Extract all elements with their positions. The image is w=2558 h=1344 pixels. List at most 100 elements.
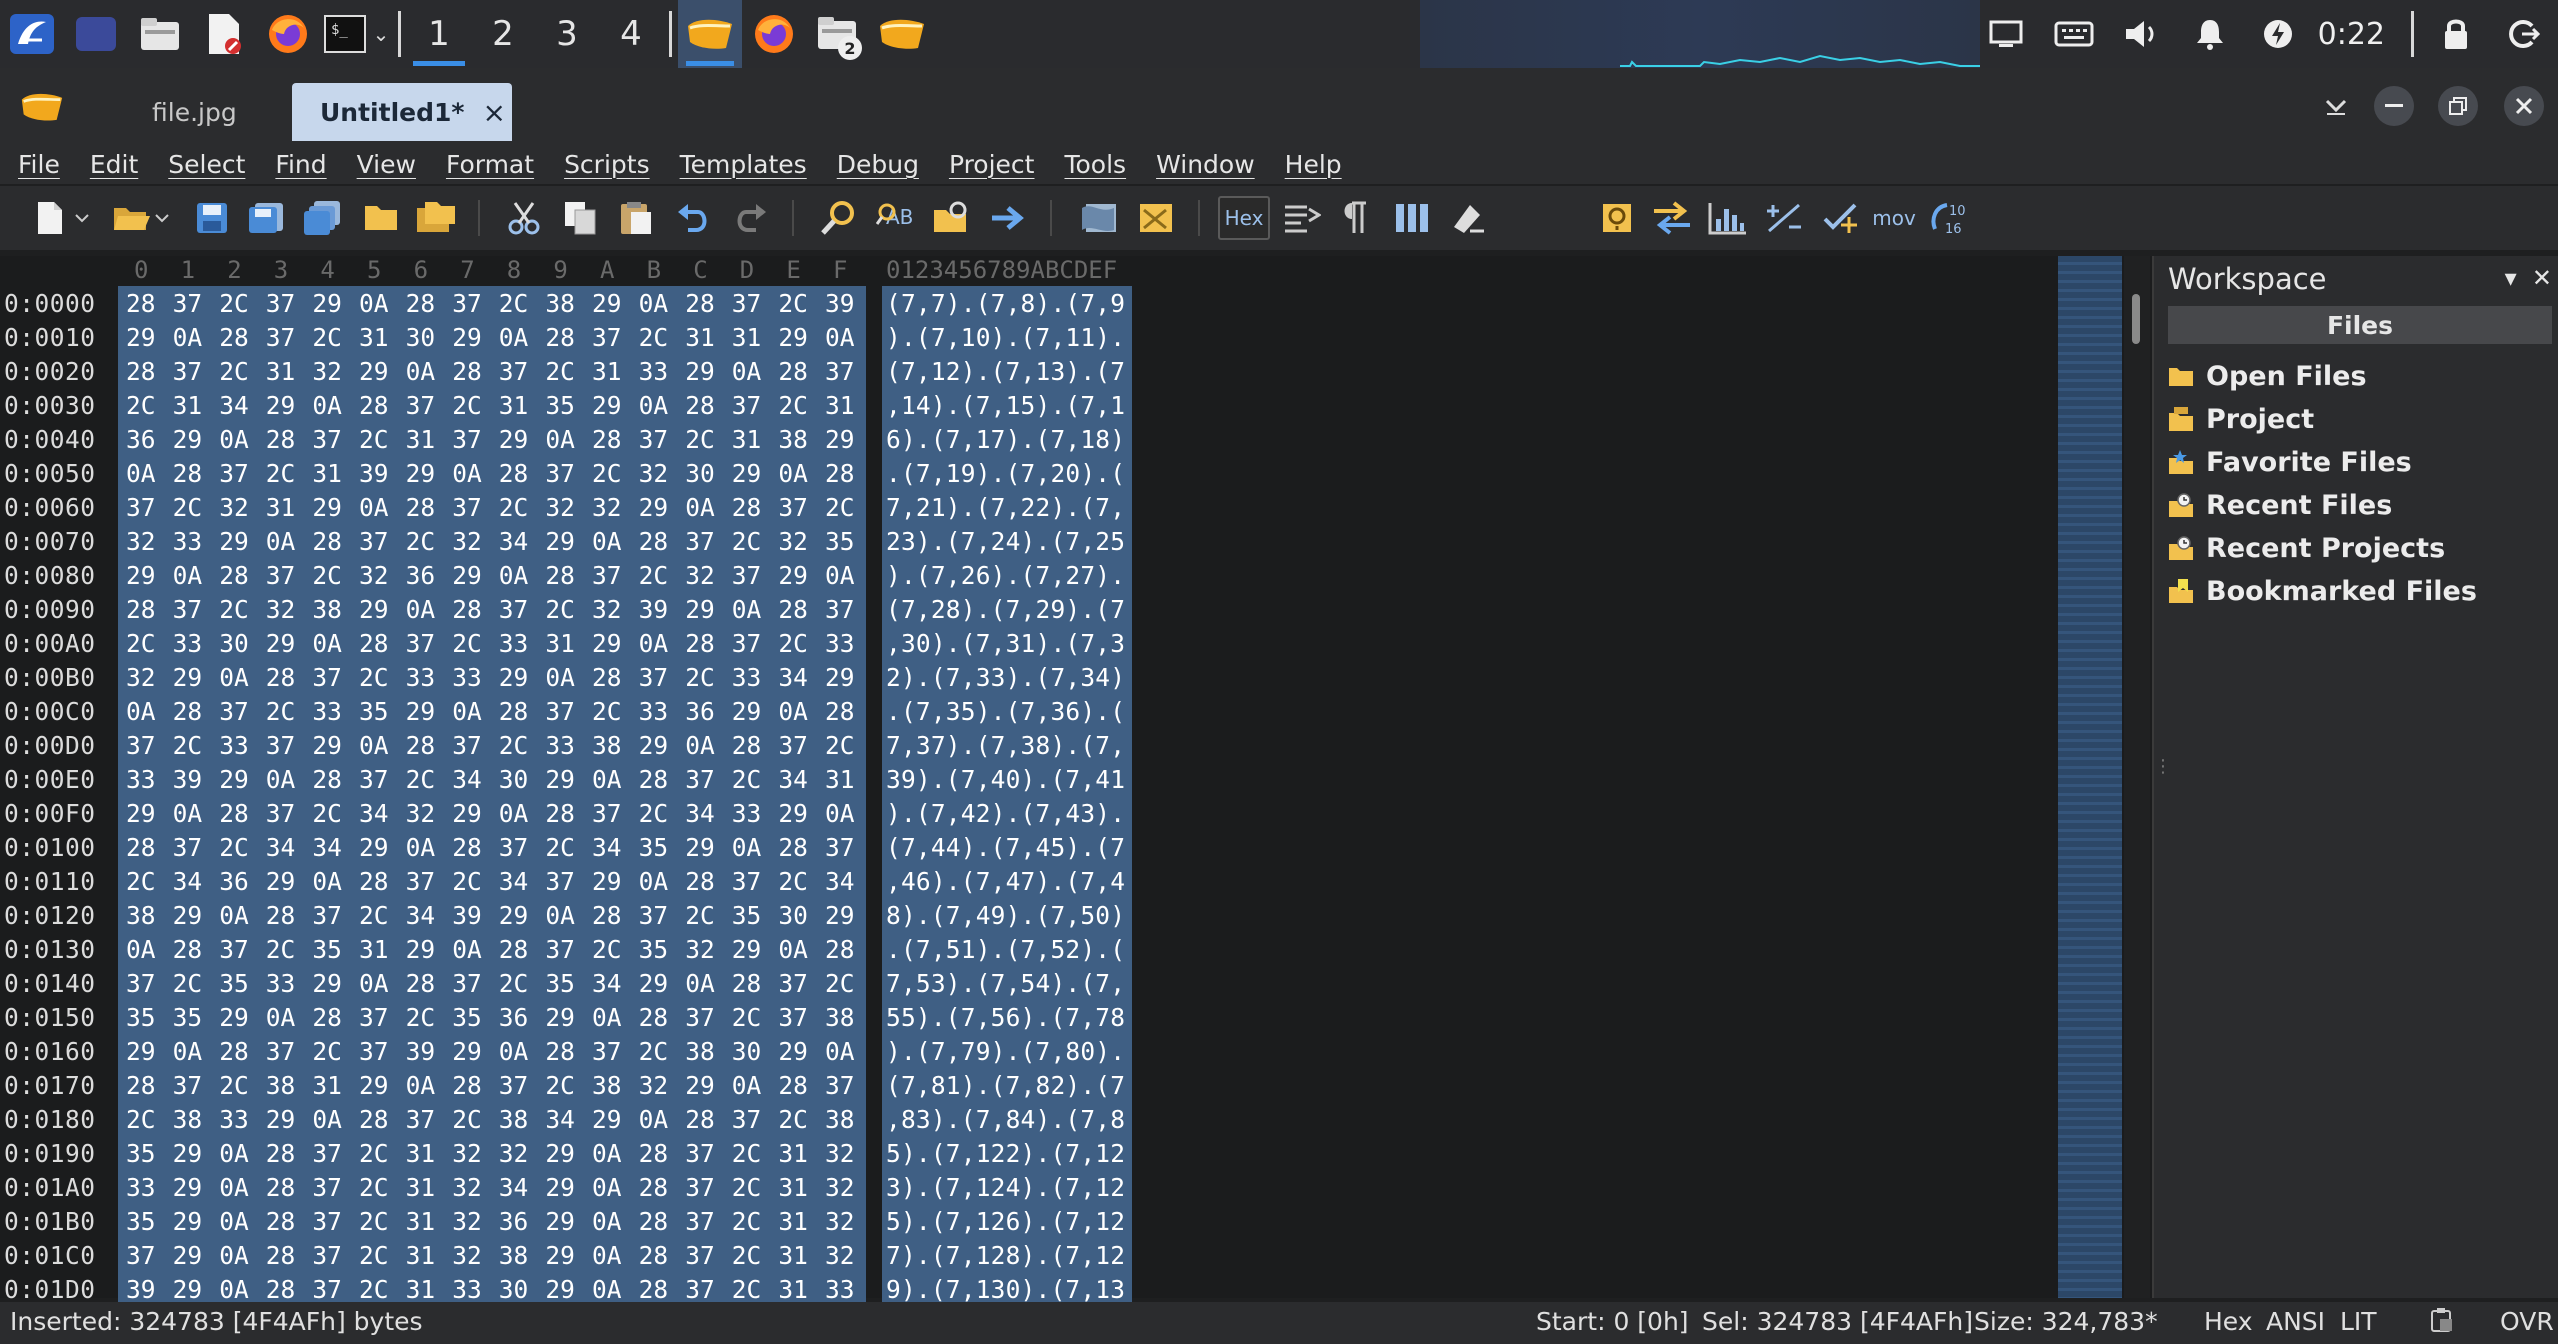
hex-byte[interactable]: 0A [732, 357, 762, 386]
hex-byte[interactable]: 38 [825, 1105, 855, 1134]
hex-byte[interactable]: 2C [545, 833, 575, 862]
hex-byte[interactable]: 31 [359, 323, 389, 352]
replace-icon[interactable]: AB [874, 196, 918, 240]
ascii-text[interactable]: 9).(7,130).(7,13 [886, 1275, 1125, 1304]
hex-byte[interactable]: 38 [592, 1071, 622, 1100]
hex-byte[interactable]: 0A [173, 799, 203, 828]
hex-byte[interactable]: 0A [359, 493, 389, 522]
hex-byte[interactable]: 28 [219, 561, 249, 590]
app-launcher-button[interactable] [0, 0, 64, 68]
hex-byte[interactable]: 2C [312, 561, 342, 590]
hex-byte[interactable]: 33 [825, 1275, 855, 1304]
hex-byte[interactable]: 34 [499, 527, 529, 556]
hex-byte[interactable]: 2C [219, 289, 249, 318]
hex-byte[interactable]: 38 [266, 1071, 296, 1100]
hex-row[interactable]: 0:0190 35 29 0A 28 37 2C 31 32 32 29 0A 28 37 2C 31 32 5)… [0, 1136, 1140, 1170]
hex-byte[interactable]: 28 [778, 1071, 808, 1100]
hex-byte[interactable]: 37 [592, 1037, 622, 1066]
hex-byte[interactable]: 0A [825, 323, 855, 352]
hex-byte[interactable]: 0A [406, 1071, 436, 1100]
hex-byte[interactable]: 2C [126, 867, 156, 896]
hex-byte[interactable]: 28 [778, 357, 808, 386]
hex-byte[interactable]: 29 [639, 969, 669, 998]
hex-byte[interactable]: 2C [639, 799, 669, 828]
logout-icon[interactable] [2490, 0, 2558, 68]
hex-byte[interactable]: 29 [312, 493, 342, 522]
ascii-text[interactable]: ,14).(7,15).(7,1 [886, 391, 1125, 420]
hex-byte[interactable]: 0A [359, 969, 389, 998]
hex-byte[interactable]: 2C [359, 1241, 389, 1270]
hex-byte[interactable]: 2C [219, 357, 249, 386]
hex-byte[interactable]: 32 [219, 493, 249, 522]
hex-byte[interactable]: 28 [592, 663, 622, 692]
firefox-launcher[interactable] [256, 0, 320, 68]
ascii-text[interactable]: 39).(7,40).(7,41 [886, 765, 1125, 794]
hex-byte[interactable]: 2C [778, 1105, 808, 1134]
hex-byte[interactable]: 29 [173, 1139, 203, 1168]
hex-byte[interactable]: 32 [592, 595, 622, 624]
hex-byte[interactable]: 33 [406, 663, 436, 692]
hex-row[interactable]: 0:0040 36 29 0A 28 37 2C 31 37 29 0A 28 37 2C 31 38 29 6)… [0, 422, 1140, 456]
hex-row[interactable]: 0:00D0 37 2C 33 37 29 0A 28 37 2C 33 38 29 0A 28 37 2C 7,… [0, 728, 1140, 762]
hex-byte[interactable]: 37 [359, 1037, 389, 1066]
hex-row[interactable]: 0:0160 29 0A 28 37 2C 37 39 29 0A 28 37 2C 38 30 29 0A).… [0, 1034, 1140, 1068]
hex-byte[interactable]: 37 [825, 357, 855, 386]
hex-byte[interactable]: 31 [312, 1071, 342, 1100]
restore-icon[interactable] [2438, 86, 2478, 126]
hex-byte[interactable]: 29 [406, 935, 436, 964]
tab-list-chevron-icon[interactable] [2316, 86, 2356, 126]
find-icon[interactable] [816, 196, 860, 240]
file-minimap[interactable] [2058, 256, 2122, 1298]
hex-byte[interactable]: 29 [266, 867, 296, 896]
ascii-text[interactable]: 7,53).(7,54).(7, [886, 969, 1125, 998]
hex-byte[interactable]: 0A [219, 1207, 249, 1236]
hex-byte[interactable]: 31 [406, 1139, 436, 1168]
hex-byte[interactable]: 30 [499, 765, 529, 794]
hex-byte[interactable]: 37 [219, 935, 249, 964]
hex-byte[interactable]: 28 [173, 935, 203, 964]
hex-byte[interactable]: 28 [639, 1003, 669, 1032]
hex-byte[interactable]: 31 [825, 765, 855, 794]
hex-byte[interactable]: 29 [173, 1241, 203, 1270]
hex-row[interactable]: 0:0110 2C 34 36 29 0A 28 37 2C 34 37 29 0A 28 37 2C 34 ,4… [0, 864, 1140, 898]
hex-byte[interactable]: 37 [685, 1275, 715, 1304]
menu-window[interactable]: Window [1156, 150, 1255, 179]
ascii-text[interactable]: .(7,51).(7,52).( [886, 935, 1125, 964]
close-tab-icon[interactable]: × [482, 96, 505, 129]
hex-byte[interactable]: 2C [359, 1173, 389, 1202]
hex-byte[interactable]: 29 [545, 1139, 575, 1168]
cut-icon[interactable] [502, 196, 546, 240]
hex-byte[interactable]: 28 [592, 425, 622, 454]
hex-byte[interactable]: 28 [173, 697, 203, 726]
hex-byte[interactable]: 29 [592, 629, 622, 658]
hex-byte[interactable]: 28 [639, 1241, 669, 1270]
hex-byte[interactable]: 33 [219, 1105, 249, 1134]
hex-byte[interactable]: 37 [732, 561, 762, 590]
hex-byte[interactable]: 2C [825, 493, 855, 522]
hex-byte[interactable]: 33 [173, 629, 203, 658]
hex-byte[interactable]: 31 [778, 1173, 808, 1202]
hex-byte[interactable]: 2C [173, 969, 203, 998]
hex-byte[interactable]: 37 [312, 1207, 342, 1236]
hex-byte[interactable]: 37 [685, 527, 715, 556]
hex-byte[interactable]: 38 [312, 595, 342, 624]
hex-byte[interactable]: 28 [266, 1241, 296, 1270]
hex-byte[interactable]: 28 [639, 765, 669, 794]
hex-byte[interactable]: 34 [406, 901, 436, 930]
hex-byte[interactable]: 2C [126, 1105, 156, 1134]
ascii-text[interactable]: 8).(7,49).(7,50) [886, 901, 1125, 930]
hex-byte[interactable]: 0A [219, 1139, 249, 1168]
highlight-icon[interactable] [1446, 196, 1490, 240]
hex-byte[interactable]: 28 [126, 595, 156, 624]
hex-byte[interactable]: 37 [359, 1003, 389, 1032]
ascii-text[interactable]: 7,37).(7,38).(7, [886, 731, 1125, 760]
hex-byte[interactable]: 32 [126, 663, 156, 692]
terminal-launcher[interactable]: $_ ⌄ [320, 0, 392, 68]
hex-byte[interactable]: 29 [173, 1173, 203, 1202]
hex-byte[interactable]: 0A [219, 663, 249, 692]
volume-icon[interactable] [2108, 0, 2176, 68]
hex-byte[interactable]: 37 [266, 561, 296, 590]
text-editor-launcher[interactable] [192, 0, 256, 68]
hex-byte[interactable]: 38 [499, 1241, 529, 1270]
hex-byte[interactable]: 37 [499, 1071, 529, 1100]
